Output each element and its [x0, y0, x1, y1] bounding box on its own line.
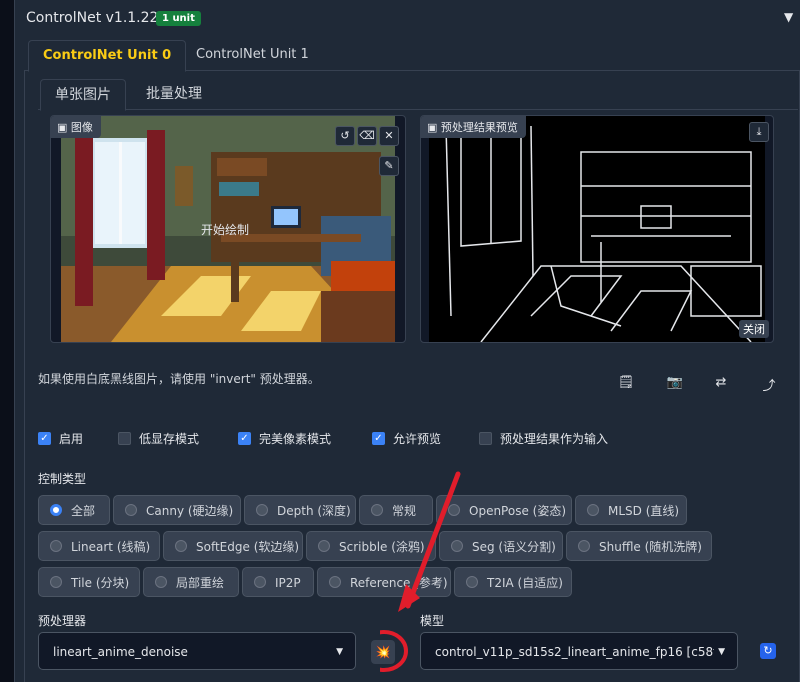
low-vram-checkbox[interactable]: 低显存模式 [118, 430, 199, 447]
preprocessed-as-input-checkbox[interactable]: 预处理结果作为输入 [479, 430, 608, 447]
radio-label: Canny (硬边缘) [146, 504, 234, 518]
checkbox-checked-icon: ✓ [372, 432, 385, 445]
tab-batch[interactable]: 批量处理 [132, 79, 216, 109]
radio-icon [254, 576, 266, 588]
radio-label: 全部 [71, 504, 96, 518]
unit-count-badge: 1 unit [156, 11, 201, 26]
preprocessor-select[interactable]: lineart_anime_denoise ▼ [38, 632, 356, 670]
control-type-softedge[interactable]: SoftEdge (软边缘) [163, 531, 303, 561]
radio-label: Shuffle (随机洗牌) [599, 540, 702, 554]
control-type-inpaint[interactable]: 局部重绘 [143, 567, 239, 597]
camera-icon[interactable]: 📷 [664, 375, 686, 395]
allow-preview-checkbox[interactable]: ✓ 允许预览 [372, 430, 441, 447]
image-icon: ▣ [427, 121, 441, 134]
download-icon[interactable]: ⤓ [749, 122, 769, 142]
preview-label: ▣ 预处理结果预览 [421, 116, 526, 138]
radio-icon [155, 576, 167, 588]
checkbox-label: 预处理结果作为输入 [500, 432, 609, 446]
undo-icon[interactable]: ↺ [335, 126, 355, 146]
swap-icon[interactable]: ⇄ [710, 375, 732, 395]
annotation-circle [380, 630, 408, 672]
radio-icon [50, 576, 62, 588]
checkbox-checked-icon: ✓ [38, 432, 51, 445]
radio-icon [587, 504, 599, 516]
checkbox-checked-icon: ✓ [238, 432, 251, 445]
brush-icon[interactable]: ✎ [379, 156, 399, 176]
preprocessor-preview: ▣ 预处理结果预览 ⤓ 关闭 [420, 115, 774, 343]
control-type-mlsd[interactable]: MLSD (直线) [575, 495, 687, 525]
preprocessor-value: lineart_anime_denoise [53, 645, 188, 659]
checkbox-label: 允许预览 [393, 432, 442, 446]
control-type-all[interactable]: 全部 [38, 495, 110, 525]
input-mode-tabs: 单张图片 批量处理 [38, 79, 798, 111]
checkbox-label: 低显存模式 [139, 432, 200, 446]
radio-label: SoftEdge (软边缘) [196, 540, 300, 554]
radio-icon [578, 540, 590, 552]
pixel-perfect-checkbox[interactable]: ✓ 完美像素模式 [238, 430, 331, 447]
dropdown-caret-icon: ▼ [714, 633, 725, 669]
radio-selected-icon [50, 504, 62, 516]
tab-controlnet-unit-1[interactable]: ControlNet Unit 1 [182, 40, 323, 70]
image-label: ▣ 图像 [51, 116, 101, 138]
close-icon[interactable]: ✕ [379, 126, 399, 146]
refresh-models-icon[interactable]: ↻ [760, 643, 776, 659]
preprocessor-label: 预处理器 [38, 614, 87, 628]
radio-icon [175, 540, 187, 552]
checkbox-label: 完美像素模式 [259, 432, 332, 446]
annotation-arrow-line [405, 471, 461, 609]
radio-label: Depth (深度) [277, 504, 351, 518]
control-type-tile[interactable]: Tile (分块) [38, 567, 140, 597]
lineart-preview-image [429, 116, 765, 342]
panel-title: ControlNet v1.1.220 [26, 10, 168, 26]
invert-hint: 如果使用白底黑线图片，请使用 "invert" 预处理器。 [38, 372, 320, 386]
image-icon: ▣ [57, 121, 71, 134]
dropdown-caret-icon: ▼ [336, 647, 343, 657]
radio-icon [318, 540, 330, 552]
radio-icon [50, 540, 62, 552]
control-type-shuffle[interactable]: Shuffle (随机洗牌) [566, 531, 712, 561]
radio-label: IP2P [275, 576, 301, 590]
collapse-icon[interactable]: ▼ [784, 10, 793, 24]
new-canvas-icon[interactable]: 🗒 [615, 375, 637, 395]
radio-label: Tile (分块) [71, 576, 130, 590]
radio-label: Lineart (线稿) [71, 540, 151, 554]
clear-icon[interactable]: ⌫ [357, 126, 377, 146]
radio-label: Seg (语义分割) [472, 540, 556, 554]
send-dimensions-icon[interactable]: ⤴ [758, 375, 780, 395]
tab-single-image[interactable]: 单张图片 [40, 79, 126, 111]
radio-label: OpenPose (姿态) [469, 504, 567, 518]
checkbox-label: 启用 [59, 432, 84, 446]
unit-tab-bar: ControlNet Unit 0 ControlNet Unit 1 [24, 40, 800, 72]
control-type-label: 控制类型 [38, 472, 87, 486]
radio-icon [329, 576, 341, 588]
control-type-ip2p[interactable]: IP2P [242, 567, 314, 597]
enable-checkbox[interactable]: ✓ 启用 [38, 430, 83, 447]
radio-label: MLSD (直线) [608, 504, 680, 518]
control-type-canny[interactable]: Canny (硬边缘) [113, 495, 241, 525]
tab-controlnet-unit-0[interactable]: ControlNet Unit 0 [28, 40, 187, 72]
radio-icon [256, 504, 268, 516]
start-drawing-text: 开始绘制 [201, 223, 250, 237]
image-label-text: 图像 [70, 121, 93, 134]
checkbox-unchecked-icon [118, 432, 131, 445]
close-preview-button[interactable]: 关闭 [739, 320, 769, 338]
radio-label: T2IA (自适应) [487, 576, 563, 590]
preview-label-text: 预处理结果预览 [440, 121, 518, 134]
radio-icon [125, 504, 137, 516]
image-input[interactable]: ▣ 图像 开始绘制 ↺ ⌫ ✕ ✎ [50, 115, 406, 343]
radio-label: 局部重绘 [176, 576, 225, 590]
annotation-arrow-and-circle [380, 471, 461, 672]
checkbox-unchecked-icon [479, 432, 492, 445]
control-type-depth[interactable]: Depth (深度) [244, 495, 356, 525]
control-type-lineart[interactable]: Lineart (线稿) [38, 531, 160, 561]
